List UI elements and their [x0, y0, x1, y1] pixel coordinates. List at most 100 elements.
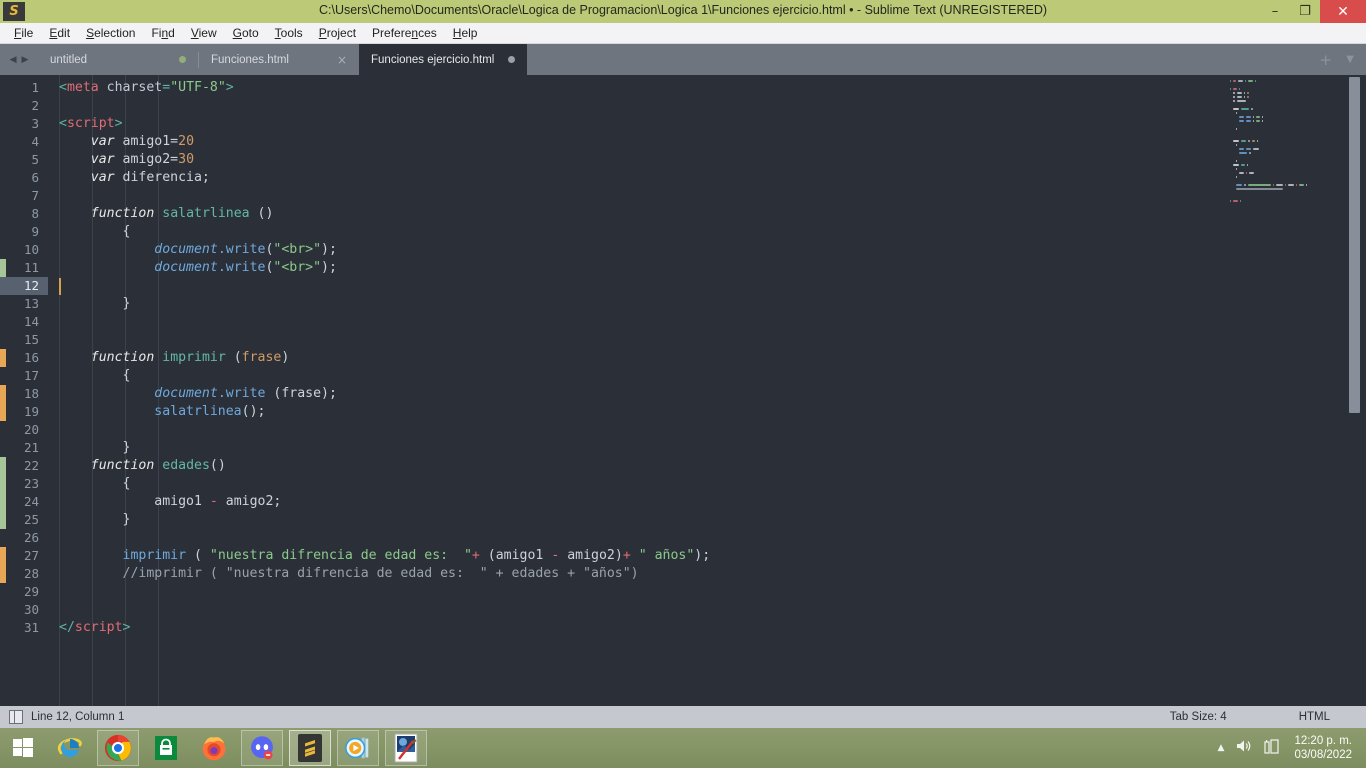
code-line-content[interactable]: <meta charset="UTF-8"> — [48, 79, 1220, 97]
code-line[interactable]: 7 — [0, 187, 1220, 205]
tab-next-icon[interactable]: ▶ — [22, 55, 29, 65]
code-line-content[interactable]: { — [48, 475, 1220, 493]
code-line[interactable]: 25 } — [0, 511, 1220, 529]
volume-icon[interactable] — [1236, 739, 1252, 757]
code-line-content[interactable]: } — [48, 295, 1220, 313]
code-line[interactable]: 8 function salatrlinea () — [0, 205, 1220, 223]
taskbar-item-sublime-text[interactable] — [289, 730, 331, 766]
network-icon[interactable] — [1264, 738, 1280, 758]
code-line-content[interactable]: { — [48, 367, 1220, 385]
menu-item-preferences[interactable]: Preferences — [364, 24, 445, 42]
code-line[interactable]: 27 imprimir ( "nuestra difrencia de edad… — [0, 547, 1220, 565]
taskbar-item-internet-explorer[interactable] — [49, 730, 91, 766]
code-line[interactable]: 19 salatrlinea(); — [0, 403, 1220, 421]
code-line[interactable]: 29 — [0, 583, 1220, 601]
taskbar-item-media-player[interactable] — [337, 730, 379, 766]
code-line[interactable]: 23 { — [0, 475, 1220, 493]
syntax-label[interactable]: HTML — [1299, 711, 1330, 723]
maximize-button[interactable]: ❐ — [1290, 0, 1320, 23]
clock[interactable]: 12:20 p. m. 03/08/2022 — [1294, 734, 1352, 762]
code-line-content[interactable] — [48, 421, 1220, 439]
code-line[interactable]: 22 function edades() — [0, 457, 1220, 475]
code-line[interactable]: 26 — [0, 529, 1220, 547]
tab-funciones-ejercicio-html[interactable]: Funciones ejercicio.html — [359, 44, 528, 75]
tab-close-icon[interactable]: × — [337, 54, 347, 66]
taskbar-item-google-chrome[interactable] — [97, 730, 139, 766]
code-line-content[interactable]: { — [48, 223, 1220, 241]
minimap[interactable] — [1220, 75, 1340, 706]
code-line[interactable]: 17 { — [0, 367, 1220, 385]
code-line-content[interactable]: function imprimir (frase) — [48, 349, 1220, 367]
code-line[interactable]: 1 <meta charset="UTF-8"> — [0, 79, 1220, 97]
tab-untitled[interactable]: untitled — [38, 44, 198, 75]
code-line[interactable]: 28 //imprimir ( "nuestra difrencia de ed… — [0, 565, 1220, 583]
vertical-scrollbar[interactable] — [1349, 75, 1360, 706]
code-line-content[interactable] — [48, 583, 1220, 601]
code-line-content[interactable]: } — [48, 511, 1220, 529]
code-line[interactable]: 9 { — [0, 223, 1220, 241]
menu-item-goto[interactable]: Goto — [225, 24, 267, 42]
tab-scroll-arrows[interactable]: ◀ ▶ — [0, 44, 38, 75]
code-line-content[interactable]: var amigo2=30 — [48, 151, 1220, 169]
taskbar-item-firefox[interactable] — [193, 730, 235, 766]
code-line-content[interactable] — [48, 601, 1220, 619]
code-line-content[interactable]: function salatrlinea () — [48, 205, 1220, 223]
code-line[interactable]: 24 amigo1 - amigo2; — [0, 493, 1220, 511]
code-line-content[interactable] — [48, 97, 1220, 115]
code-line-content[interactable] — [48, 331, 1220, 349]
code-line-content[interactable]: var amigo1=20 — [48, 133, 1220, 151]
code-line[interactable]: 21 } — [0, 439, 1220, 457]
menu-item-edit[interactable]: Edit — [41, 24, 78, 42]
code-line[interactable]: 14 — [0, 313, 1220, 331]
start-button[interactable] — [0, 728, 46, 768]
code-line[interactable]: 11 document.write("<br>"); — [0, 259, 1220, 277]
taskbar-item-microsoft-store[interactable] — [145, 730, 187, 766]
code-line-content[interactable]: function edades() — [48, 457, 1220, 475]
code-line[interactable]: 30 — [0, 601, 1220, 619]
new-tab-icon[interactable]: + — [1319, 51, 1332, 69]
code-line[interactable]: 5 var amigo2=30 — [0, 151, 1220, 169]
code-line[interactable]: 4 var amigo1=20 — [0, 133, 1220, 151]
code-line[interactable]: 3 <script> — [0, 115, 1220, 133]
menu-item-help[interactable]: Help — [445, 24, 486, 42]
code-line[interactable]: 6 var diferencia; — [0, 169, 1220, 187]
code-line-content[interactable]: } — [48, 439, 1220, 457]
taskbar-item-discord[interactable] — [241, 730, 283, 766]
menu-item-tools[interactable]: Tools — [267, 24, 311, 42]
code-line[interactable]: 12 — [0, 277, 1220, 295]
code-line-content[interactable]: document.write("<br>"); — [48, 259, 1220, 277]
code-line-content[interactable]: salatrlinea(); — [48, 403, 1220, 421]
code-line-content[interactable] — [48, 187, 1220, 205]
show-hidden-icons-icon[interactable]: ▲ — [1218, 743, 1225, 753]
code-line-content[interactable] — [48, 529, 1220, 547]
menu-item-find[interactable]: Find — [143, 24, 182, 42]
code-line[interactable]: 15 — [0, 331, 1220, 349]
code-line[interactable]: 18 document.write (frase); — [0, 385, 1220, 403]
sidebar-toggle-icon[interactable] — [9, 710, 23, 724]
tab-funciones-html[interactable]: Funciones.html × — [199, 44, 359, 75]
menu-item-view[interactable]: View — [183, 24, 225, 42]
code-editor[interactable]: 1 <meta charset="UTF-8"> 2 3 <script> 4 var a… — [0, 75, 1366, 706]
scrollbar-thumb[interactable] — [1349, 77, 1360, 413]
code-line-content[interactable]: imprimir ( "nuestra difrencia de edad es… — [48, 547, 1220, 565]
minimize-button[interactable]: – — [1260, 0, 1290, 23]
code-line-content[interactable]: amigo1 - amigo2; — [48, 493, 1220, 511]
code-line-content[interactable]: </script> — [48, 619, 1220, 637]
code-text-area[interactable]: 1 <meta charset="UTF-8"> 2 3 <script> 4 var a… — [0, 75, 1220, 706]
menu-item-file[interactable]: File — [6, 24, 41, 42]
tab-list-menu-icon[interactable]: ▼ — [1346, 54, 1354, 65]
code-line-content[interactable]: document.write (frase); — [48, 385, 1220, 403]
code-line-content[interactable]: //imprimir ( "nuestra difrencia de edad … — [48, 565, 1220, 583]
tab-prev-icon[interactable]: ◀ — [10, 55, 17, 65]
tab-dirty-indicator-icon[interactable] — [508, 56, 516, 63]
code-line[interactable]: 13 } — [0, 295, 1220, 313]
code-line[interactable]: 31 </script> — [0, 619, 1220, 637]
menu-item-selection[interactable]: Selection — [78, 24, 143, 42]
code-line-content[interactable]: document.write("<br>"); — [48, 241, 1220, 259]
code-line[interactable]: 10 document.write("<br>"); — [0, 241, 1220, 259]
tab-size-label[interactable]: Tab Size: 4 — [1170, 711, 1227, 723]
code-line[interactable]: 2 — [0, 97, 1220, 115]
menu-item-project[interactable]: Project — [311, 24, 364, 42]
code-line-content[interactable]: var diferencia; — [48, 169, 1220, 187]
tab-dirty-indicator-icon[interactable] — [179, 56, 186, 63]
